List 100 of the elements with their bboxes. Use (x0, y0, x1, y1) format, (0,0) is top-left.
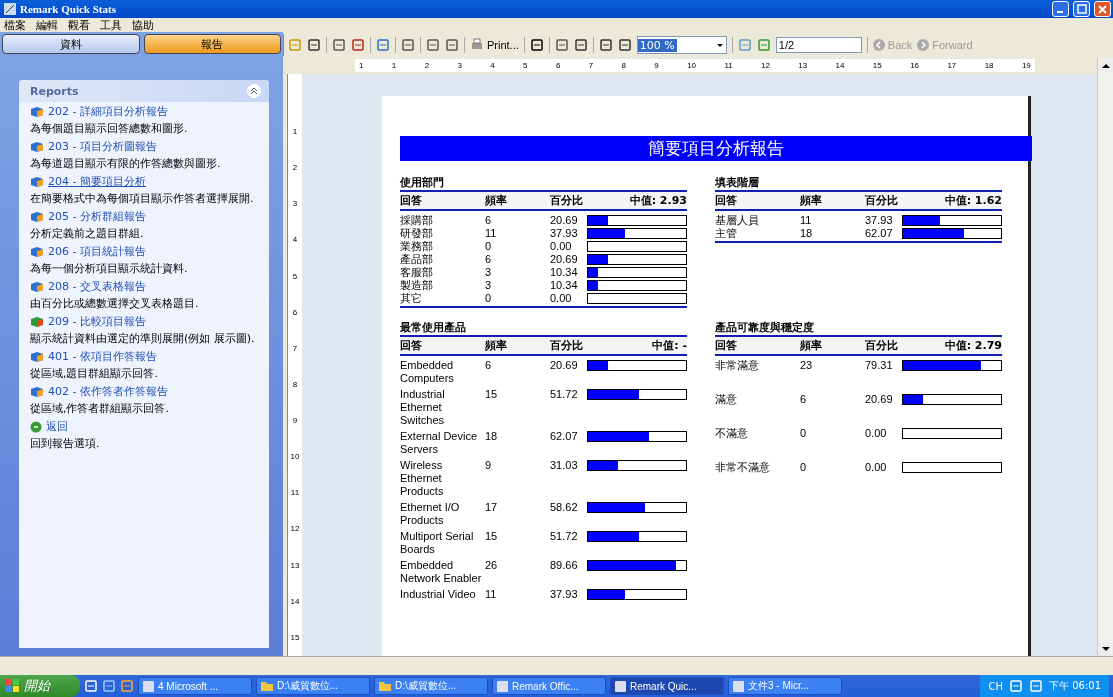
minimize-button[interactable] (1052, 1, 1069, 17)
taskbar-button[interactable]: D:\威貿數位... (256, 677, 370, 695)
ruler-number: 1 (359, 61, 364, 70)
table-cell-text: 10.34 (550, 266, 579, 279)
taskbar-button[interactable]: Remark Quic... (610, 677, 724, 695)
table-cell-text: 基層人員 (715, 214, 760, 227)
app-icon (733, 680, 744, 692)
ruler-number: 6 (292, 308, 298, 317)
report-link[interactable]: 204 - 簡要項目分析 (48, 174, 146, 189)
app-icon (143, 680, 154, 692)
table-cell-text: 58.62 (550, 501, 579, 514)
table-cell-text: 20.69 (550, 214, 579, 227)
table-cell-text: Multiport Serial Boards (400, 530, 475, 556)
report-link[interactable]: 402 - 依作答者作答報告 (48, 384, 168, 399)
windows-logo (6, 679, 20, 693)
report-description: 為每個題目顯示回答總數和圖形. (30, 121, 189, 136)
report-description: 顯示統計資料由選定的準則展開(例如 展示圖). (30, 331, 256, 346)
taskbar-button[interactable]: 4 Microsoft ... (138, 677, 252, 695)
table-cell-text: 62.07 (865, 227, 894, 240)
report-link[interactable]: 208 - 交叉表格報告 (48, 279, 146, 294)
table-cell-text: 20.69 (550, 253, 579, 266)
panel-title: Reports (30, 84, 79, 98)
report-link[interactable]: 返回 (46, 419, 68, 434)
ruler-number: 1 (391, 61, 397, 70)
sidebar-tab[interactable]: 資料 (2, 34, 140, 54)
table-cell-text: 非常滿意 (715, 359, 760, 372)
scroll-up-icon (1101, 62, 1110, 68)
taskbar-button[interactable]: D:\威貿數位... (374, 677, 488, 695)
table-cell-text: 3 (485, 279, 493, 292)
menu-item[interactable]: 編輯 (36, 17, 58, 33)
table-cell-text: 0 (800, 461, 808, 474)
report-link[interactable]: 202 - 詳細項目分析報告 (48, 104, 168, 119)
table-cell-text: 6 (800, 393, 808, 406)
table-cell-text: 0 (800, 427, 808, 440)
table-cell-text: 0.00 (865, 427, 888, 440)
menu-item[interactable]: 工具 (100, 17, 122, 33)
app-icon (4, 3, 16, 15)
sidebar-tab[interactable]: 報告 (143, 34, 281, 54)
ruler-number: 10 (687, 61, 697, 70)
table-cell-text: 0.00 (865, 461, 888, 474)
ruler-number: 16 (910, 61, 920, 70)
table-cell-text: 6 (485, 214, 493, 227)
report-description: 回到報告選項. (30, 436, 101, 451)
print-button[interactable]: Print... (470, 38, 519, 52)
table-cell-text: 主管 (715, 227, 738, 240)
column-header: 頻率 (800, 338, 823, 353)
table-cell-text: 業務部 (400, 240, 434, 253)
report-link[interactable]: 209 - 比較項目報告 (48, 314, 146, 329)
zoom-dropdown[interactable]: 100 % (636, 36, 727, 54)
table-cell-text: 23 (800, 359, 814, 372)
ruler-number: 2 (292, 164, 298, 173)
ruler-number: 10 (290, 453, 300, 462)
menu-item[interactable]: 協助 (132, 17, 154, 33)
table-cell-text: 20.69 (550, 359, 579, 372)
folder-icon (261, 681, 273, 691)
ruler-number: 6 (555, 61, 561, 70)
ruler-number: 3 (457, 61, 462, 70)
table-cell-text: 17 (485, 501, 499, 514)
column-header: 頻率 (485, 193, 508, 208)
table-cell-text: 26 (485, 559, 499, 572)
table-cell-text: 79.31 (865, 359, 894, 372)
table-cell-text: 3 (485, 266, 493, 279)
report-description: 由百分比或總數選擇交叉表格題目. (30, 296, 200, 311)
scrollbar[interactable] (1097, 58, 1113, 656)
table-cell-text: 37.93 (550, 227, 579, 240)
table-cell-text: 製造部 (400, 279, 434, 292)
ruler-number: 8 (621, 61, 626, 70)
median-label: 中值: 2.79 (944, 338, 1002, 353)
table-cell-text: 不滿意 (715, 427, 749, 440)
maximize-button[interactable] (1073, 1, 1090, 17)
table-cell-text: 0 (485, 292, 493, 305)
start-button[interactable]: 開始 (0, 675, 80, 697)
ruler-number: 7 (588, 61, 594, 70)
ruler-number: 12 (290, 525, 300, 534)
report-link[interactable]: 203 - 項目分析圖報告 (48, 139, 157, 154)
table-cell-text: 15 (485, 530, 499, 543)
column-header: 回答 (715, 338, 738, 353)
maximize-icon (1076, 4, 1087, 14)
taskbar-button[interactable]: 文件3 - Micr... (728, 677, 842, 695)
collapse-button[interactable] (247, 84, 261, 98)
menu-item[interactable]: 觀看 (68, 17, 90, 33)
ruler-number: 13 (290, 561, 300, 570)
column-header: 回答 (715, 193, 738, 208)
menu-item[interactable]: 檔案 (4, 17, 26, 33)
table-cell-text: 其它 (400, 292, 423, 305)
page-field[interactable]: 1/2 (775, 37, 862, 53)
close-button[interactable] (1094, 1, 1111, 17)
table-cell-text: 採購部 (400, 214, 434, 227)
report-link[interactable]: 205 - 分析群組報告 (48, 209, 146, 224)
report-link[interactable]: 206 - 項目統計報告 (48, 244, 146, 259)
report-link[interactable]: 401 - 依項目作答報告 (48, 349, 157, 364)
table-cell-text: 89.66 (550, 559, 579, 572)
taskbar-button[interactable]: Remark Offic... (492, 677, 606, 695)
app-icon (615, 680, 626, 692)
report-description: 為每一個分析項目顯示統計資料. (30, 261, 189, 276)
table-cell-text: 51.72 (550, 388, 579, 401)
table-cell-text: 37.93 (550, 588, 579, 601)
table-cell-text: 0 (485, 240, 493, 253)
section-title: 使用部門 (400, 175, 445, 190)
table-cell-text: 產品部 (400, 253, 434, 266)
